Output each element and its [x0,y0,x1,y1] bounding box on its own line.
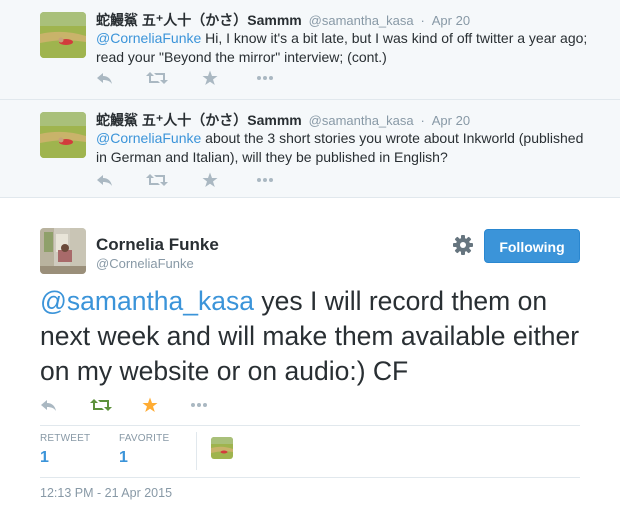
following-button[interactable]: Following [484,229,580,263]
divider [40,425,580,426]
tweet-timestamp[interactable]: 12:13 PM - 21 Apr 2015 [40,486,172,500]
more-icon[interactable] [256,70,274,92]
favorite-label: FAVORITE [119,433,170,444]
reply-icon[interactable] [40,397,58,419]
more-icon[interactable] [190,397,208,419]
avatar[interactable] [40,112,86,158]
username[interactable]: @samantha_kasa [309,113,414,128]
separator: · [420,13,425,28]
tweet-date[interactable]: Apr 20 [432,13,470,28]
reply-tweet[interactable]: 蛇鰻鯊 五⁺人十（かさ）Sammm @samantha_kasa · Apr 2… [0,0,620,100]
star-icon[interactable] [202,172,218,194]
star-icon[interactable] [142,397,158,419]
favorite-stat[interactable]: FAVORITE 1 [119,433,169,467]
reply-icon[interactable] [96,172,114,194]
display-name[interactable]: 蛇鰻鯊 五⁺人十（かさ）Sammm [96,12,302,28]
avatar[interactable] [40,12,86,58]
star-icon[interactable] [202,70,218,92]
tweet-date[interactable]: Apr 20 [432,113,470,128]
display-name[interactable]: Cornelia Funke [96,235,219,255]
retweet-label: RETWEET [40,433,91,444]
username[interactable]: @samantha_kasa [309,13,414,28]
mention-link[interactable]: @CorneliaFunke [96,130,201,146]
more-icon[interactable] [256,172,274,194]
retweet-icon[interactable] [146,172,168,194]
mention-link[interactable]: @samantha_kasa [40,286,254,316]
retweet-stat[interactable]: RETWEET 1 [40,433,90,467]
main-avatar[interactable] [40,228,86,274]
favorite-count[interactable]: 1 [119,449,169,467]
favoriter-avatar[interactable] [211,437,233,459]
mention-link[interactable]: @CorneliaFunke [96,30,201,46]
divider [196,432,197,470]
tweet-text: @CorneliaFunke about the 3 short stories… [96,129,596,167]
divider [40,477,580,478]
reply-icon[interactable] [96,70,114,92]
tweet-text: @CorneliaFunke Hi, I know it's a bit lat… [96,29,596,67]
username[interactable]: @CorneliaFunke [96,256,194,271]
retweet-count[interactable]: 1 [40,449,90,467]
tweet-header: 蛇鰻鯊 五⁺人十（かさ）Sammm @samantha_kasa · Apr 2… [96,10,470,30]
reply-tweet[interactable]: 蛇鰻鯊 五⁺人十（かさ）Sammm @samantha_kasa · Apr 2… [0,100,620,198]
retweet-icon[interactable] [146,70,168,92]
display-name[interactable]: 蛇鰻鯊 五⁺人十（かさ）Sammm [96,112,302,128]
tweet-text: @samantha_kasa yes I will record them on… [40,284,600,389]
separator: · [420,113,425,128]
tweet-header: 蛇鰻鯊 五⁺人十（かさ）Sammm @samantha_kasa · Apr 2… [96,110,470,130]
retweet-icon[interactable] [90,397,112,419]
gear-icon[interactable] [452,234,474,256]
